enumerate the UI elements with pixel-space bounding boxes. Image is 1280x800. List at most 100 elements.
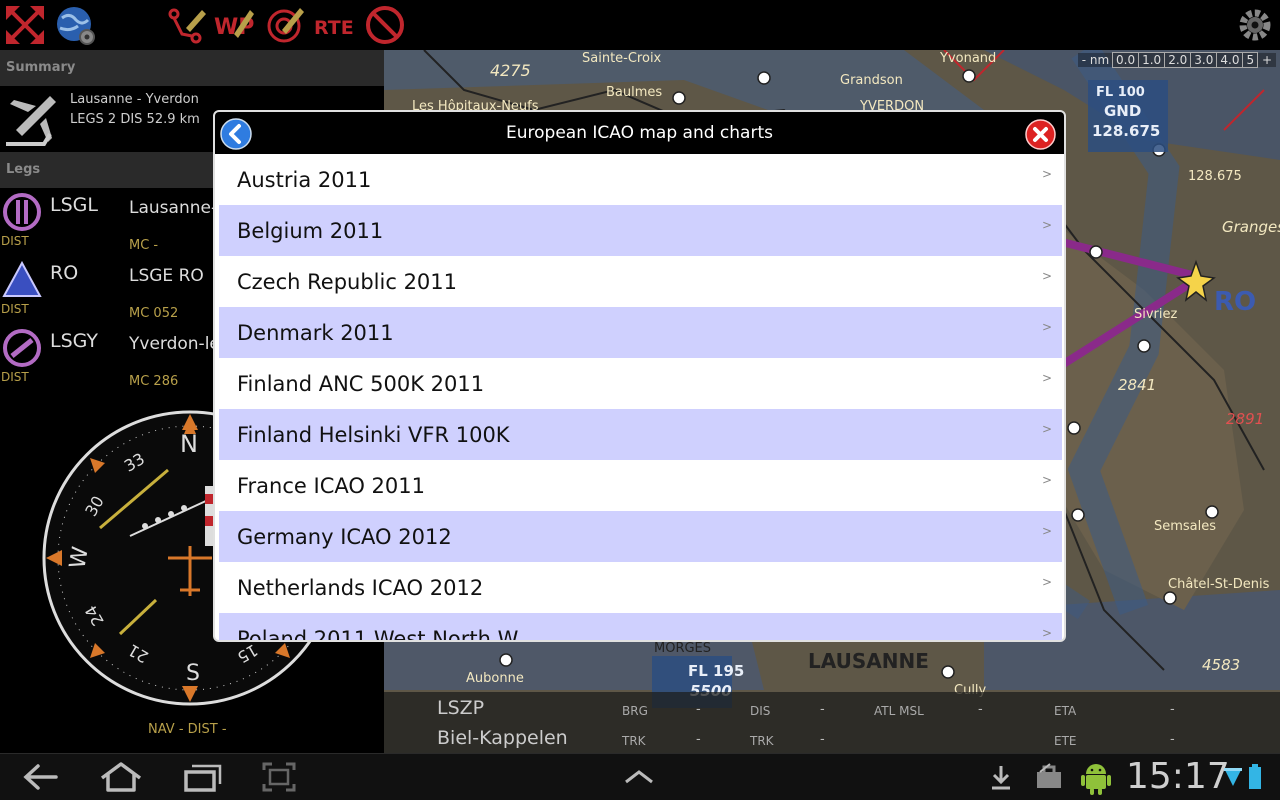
compass-south: S [186,661,200,686]
map-label: 2891 [1226,410,1264,428]
airspace-freq: 128.675 [1092,122,1160,140]
list-item[interactable]: Germany ICAO 2012 > [219,511,1062,562]
map-label: MORGES [654,641,711,656]
home-icon[interactable] [98,760,144,794]
chevron-right-icon: > [1041,320,1052,334]
system-navigation-bar: 15:17 [0,753,1280,800]
download-icon [992,766,1010,790]
scale-value: 1.0 [1138,52,1166,68]
scale-value: 0.0 [1112,52,1140,68]
clock: 15:17 [1126,756,1230,797]
list-item[interactable]: Austria 2011 > [219,154,1062,205]
dist-label: DIST [187,722,218,737]
ete-label: ETE [1054,734,1077,748]
list-item-label: Denmark 2011 [237,320,394,345]
vor-triangle-icon [2,260,42,297]
chevron-right-icon: > [1041,473,1052,487]
list-item-label: Czech Republic 2011 [237,269,458,294]
map-label: Châtel-St-Denis [1168,577,1270,592]
list-item-label: France ICAO 2011 [237,473,426,498]
scale-unit: nm [1089,53,1110,67]
airspace-gnd: GND [1104,102,1141,120]
map-label: Sainte-Croix [582,51,662,66]
menu-up-icon[interactable] [620,760,658,794]
vor-label: RO [1214,287,1256,317]
route-icon[interactable]: RTE [314,4,356,46]
no-entry-icon[interactable] [364,4,406,46]
trk-label: TRK [622,734,646,748]
chevron-right-icon: > [1041,524,1052,538]
route-stats: LEGS 2 DIS 52.9 km [70,112,200,127]
list-item[interactable]: Czech Republic 2011 > [219,256,1062,307]
trk2-label: TRK [750,734,774,748]
leg-mc: MC - [129,238,159,253]
recent-apps-icon[interactable] [182,760,222,794]
airspace-fl: FL 195 [688,662,744,680]
chevron-right-icon: > [1041,626,1052,640]
chevron-right-icon: > [1041,269,1052,283]
airfield-icon [3,329,41,367]
back-arrow-icon[interactable] [220,118,252,150]
dialog-title: European ICAO map and charts [506,123,773,143]
next-waypoint-code: LSZP [437,697,485,719]
list-item[interactable]: France ICAO 2011 > [219,460,1062,511]
map-label: Aubonne [466,671,524,686]
globe-gear-icon[interactable] [54,4,96,46]
alt-label: ATL MSL [874,704,924,718]
wifi-icon [1224,768,1242,786]
next-waypoint-name: Biel-Kappelen [437,727,568,749]
nav-label: NAV [148,722,175,737]
airspace-fl: FL 100 [1096,85,1145,100]
android-icon [1081,764,1111,795]
chevron-right-icon: > [1041,575,1052,589]
list-item-label: Finland ANC 500K 2011 [237,371,485,396]
eta-value: - [1170,702,1175,717]
dist-value: - [221,722,227,737]
close-icon[interactable] [1025,119,1056,150]
chevron-right-icon: > [1041,167,1052,181]
dis-label: DIS [750,704,771,718]
map-label: Semsales [1154,519,1216,534]
waypoint-edit-icon[interactable]: WP [212,4,254,46]
map-label: Yvonand [939,51,996,66]
scale-value: 2.0 [1164,52,1192,68]
back-icon[interactable] [22,760,60,794]
scale-value: 3.0 [1190,52,1218,68]
alt-value: - [978,702,983,717]
expand-arrows-icon[interactable] [4,4,46,46]
map-label: Baulmes [606,85,662,100]
leg-code: LSGY [50,330,99,352]
battery-icon [1249,764,1261,789]
summary-header: Summary [0,50,384,86]
chevron-right-icon: > [1041,218,1052,232]
gear-icon[interactable] [1234,4,1276,46]
list-item[interactable]: Denmark 2011 > [219,307,1062,358]
chart-picker-dialog: European ICAO map and charts Austria 201… [213,110,1066,642]
screenshot-icon[interactable] [260,760,298,794]
nav-dist-readout: NAV - DIST - [148,722,227,737]
list-item-label: Austria 2011 [237,167,372,192]
scale-value: 5 [1242,52,1259,68]
app-root: WP RTE Summary Lausanne - Yverdon LEGS 2… [0,0,1280,800]
trk-value: - [696,732,701,747]
dialog-header: European ICAO map and charts [215,112,1064,154]
target-edit-icon[interactable] [264,4,306,46]
list-item[interactable]: Netherlands ICAO 2012 > [219,562,1062,613]
list-item[interactable]: Finland ANC 500K 2011 > [219,358,1062,409]
map-label: 2841 [1118,376,1156,394]
trk2-value: - [820,732,825,747]
route-edit-icon[interactable] [166,4,208,46]
waypoint-info-bar[interactable]: LSZP Biel-Kappelen BRG - TRK - DIS - TRK… [384,692,1280,753]
compass-west: W [65,545,93,571]
list-item[interactable]: Finland Helsinki VFR 100K > [219,409,1062,460]
chevron-right-icon: > [1041,422,1052,436]
map-label: Sivriez [1134,307,1178,322]
leg-name: Yverdon-le [129,334,220,354]
list-item-label: Germany ICAO 2012 [237,524,452,549]
ete-value: - [1170,732,1175,747]
map-label: 4583 [1202,656,1240,674]
map-label: Granges [1222,218,1280,236]
list-item[interactable]: Belgium 2011 > [219,205,1062,256]
list-item[interactable]: Poland 2011 West North W > [219,613,1062,640]
chart-list: Austria 2011 > Belgium 2011 > Czech Republ… [219,154,1062,640]
